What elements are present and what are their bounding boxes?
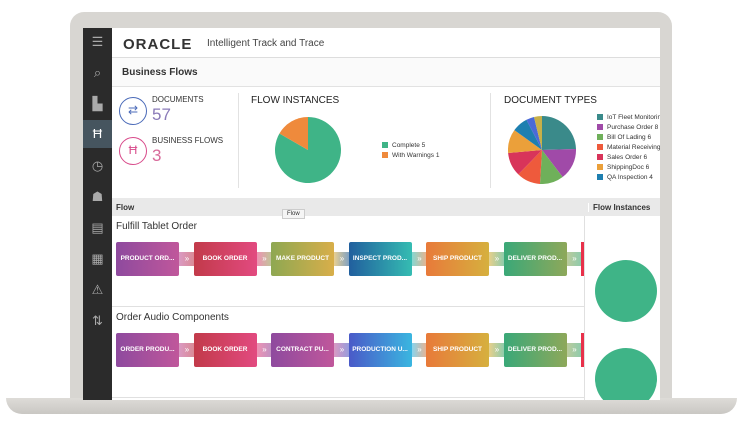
business-flows-label: BUSINESS FLOWS <box>152 136 224 145</box>
legend-item[interactable]: Complete 5 <box>382 141 439 151</box>
flow-name[interactable]: Order Audio Components <box>116 312 229 323</box>
flow-step[interactable]: DELIVER PROD... <box>503 333 567 367</box>
legend-label: QA Inspection 4 <box>607 174 653 181</box>
legend-item[interactable]: Sales Order 6 <box>597 153 660 163</box>
table-header: Flow Flow Instances <box>112 198 660 216</box>
legend-label: Sales Order 6 <box>607 154 648 161</box>
legend-item[interactable]: QA Inspection 4 <box>597 173 660 183</box>
clock-icon[interactable]: ◷ <box>83 152 112 180</box>
business-flows-count[interactable]: 3 <box>152 146 161 166</box>
flow-step[interactable]: SHIP PRODUCT <box>426 242 489 276</box>
header: ORACLE Intelligent Track and Trace <box>112 28 660 58</box>
warning-icon[interactable]: ⚠ <box>83 276 112 304</box>
documents-icon[interactable]: ▤ <box>83 214 112 242</box>
documents-icon: ⇄ <box>119 97 147 125</box>
column-flow-instances[interactable]: Flow Instances <box>588 203 650 212</box>
legend-label: Bill Of Lading 6 <box>607 134 652 141</box>
flow-step[interactable]: SHIP PRODUCT <box>426 333 489 367</box>
document-types-pie[interactable] <box>508 116 576 184</box>
flow-name[interactable]: Fulfill Tablet Order <box>116 221 197 232</box>
legend-label: IoT Fleet Monitoring <box>607 114 660 121</box>
flow-step[interactable]: CONTRACT PU... <box>271 333 334 367</box>
device-base <box>6 398 737 414</box>
page-title: Business Flows <box>122 67 198 78</box>
flow-step[interactable]: PRODUCTION U... <box>348 333 412 367</box>
flow-instances-column <box>584 216 660 400</box>
devices-icon[interactable]: ▦ <box>83 245 112 273</box>
flow-step[interactable]: BOOK ORDER <box>193 333 257 367</box>
legend-item[interactable]: IoT Fleet Monitoring <box>597 113 660 123</box>
flow-step[interactable]: DELIVER PROD... <box>503 242 567 276</box>
chevron-right-icon: » <box>489 343 505 357</box>
app-screen: ☰ ⌕ ▙ Ħ ◷ ☗ ▤ ▦ ⚠ ⇅ ORACLE Intelligent T… <box>83 28 660 400</box>
flow-row[interactable]: Order Audio Components ORDER PRODU...» BOO… <box>112 307 584 398</box>
transfer-icon[interactable]: ⇅ <box>83 307 112 335</box>
legend-item[interactable]: Bill Of Lading 6 <box>597 133 660 143</box>
flow-instances-pie[interactable] <box>275 117 341 183</box>
legend-item[interactable]: ShippingDoc 6 <box>597 163 660 173</box>
menu-icon[interactable]: ☰ <box>83 28 112 56</box>
documents-label: DOCUMENTS <box>152 95 204 104</box>
chevron-right-icon: » <box>179 343 195 357</box>
flow-step[interactable]: PRODUCT ORD... <box>116 242 179 276</box>
flow-instance-circle[interactable] <box>595 348 657 400</box>
legend-swatch <box>597 174 603 180</box>
column-flow[interactable]: Flow <box>116 203 134 212</box>
flow-row[interactable]: Fulfill Tablet Order PRODUCT ORD...» BOOK … <box>112 216 584 307</box>
flow-step[interactable]: ORDER PRODU... <box>116 333 179 367</box>
oracle-logo: ORACLE <box>123 36 193 53</box>
flow-instance-circle[interactable] <box>595 260 657 322</box>
flow-step[interactable]: MAKE PRODUCT <box>271 242 334 276</box>
legend-swatch <box>597 134 603 140</box>
legend-item[interactable]: Purchase Order 8 <box>597 123 660 133</box>
document-types-legend: IoT Fleet Monitoring Purchase Order 8 Bill… <box>597 113 660 183</box>
flow-instances-title: FLOW INSTANCES <box>251 95 340 106</box>
legend-swatch <box>597 124 603 130</box>
legend-label: Complete 5 <box>392 142 426 149</box>
legend-swatch <box>382 152 388 158</box>
sidebar: ☰ ⌕ ▙ Ħ ◷ ☗ ▤ ▦ ⚠ ⇅ <box>83 28 112 400</box>
search-icon[interactable]: ⌕ <box>83 59 112 87</box>
legend-label: Purchase Order 8 <box>607 124 659 131</box>
factory-icon[interactable]: ▙ <box>83 90 112 118</box>
flow-step[interactable]: BOOK ORDER <box>193 242 257 276</box>
document-types-title: DOCUMENT TYPES <box>504 95 597 106</box>
chevron-right-icon: » <box>334 343 350 357</box>
legend-swatch <box>382 142 388 148</box>
legend-swatch <box>597 144 603 150</box>
divider <box>238 93 239 188</box>
boxes-icon[interactable]: ☗ <box>83 183 112 211</box>
business-flows-icon[interactable]: Ħ <box>83 120 112 148</box>
legend-swatch <box>597 164 603 170</box>
chevron-right-icon: » <box>179 252 195 266</box>
legend-label: Material Receiving <box>607 144 660 151</box>
legend-swatch <box>597 154 603 160</box>
app-name: Intelligent Track and Trace <box>207 38 325 49</box>
summary-panel: ⇄ DOCUMENTS 57 Ħ BUSINESS FLOWS 3 FLOW I… <box>112 87 660 192</box>
chevron-right-icon: » <box>489 252 505 266</box>
legend-item[interactable]: Material Receiving <box>597 143 660 153</box>
divider <box>490 93 491 188</box>
business-flows-icon: Ħ <box>119 137 147 165</box>
title-bar: Business Flows <box>112 58 660 87</box>
legend-label: ShippingDoc 6 <box>607 164 650 171</box>
flow-instances-legend: Complete 5 With Warnings 1 <box>382 141 439 161</box>
documents-count[interactable]: 57 <box>152 105 171 125</box>
chevron-right-icon: » <box>334 252 350 266</box>
flow-step[interactable]: INSPECT PROD... <box>348 242 412 276</box>
legend-label: With Warnings 1 <box>392 152 440 159</box>
legend-swatch <box>597 114 603 120</box>
legend-item[interactable]: With Warnings 1 <box>382 151 439 161</box>
pie-slice[interactable] <box>542 116 576 150</box>
